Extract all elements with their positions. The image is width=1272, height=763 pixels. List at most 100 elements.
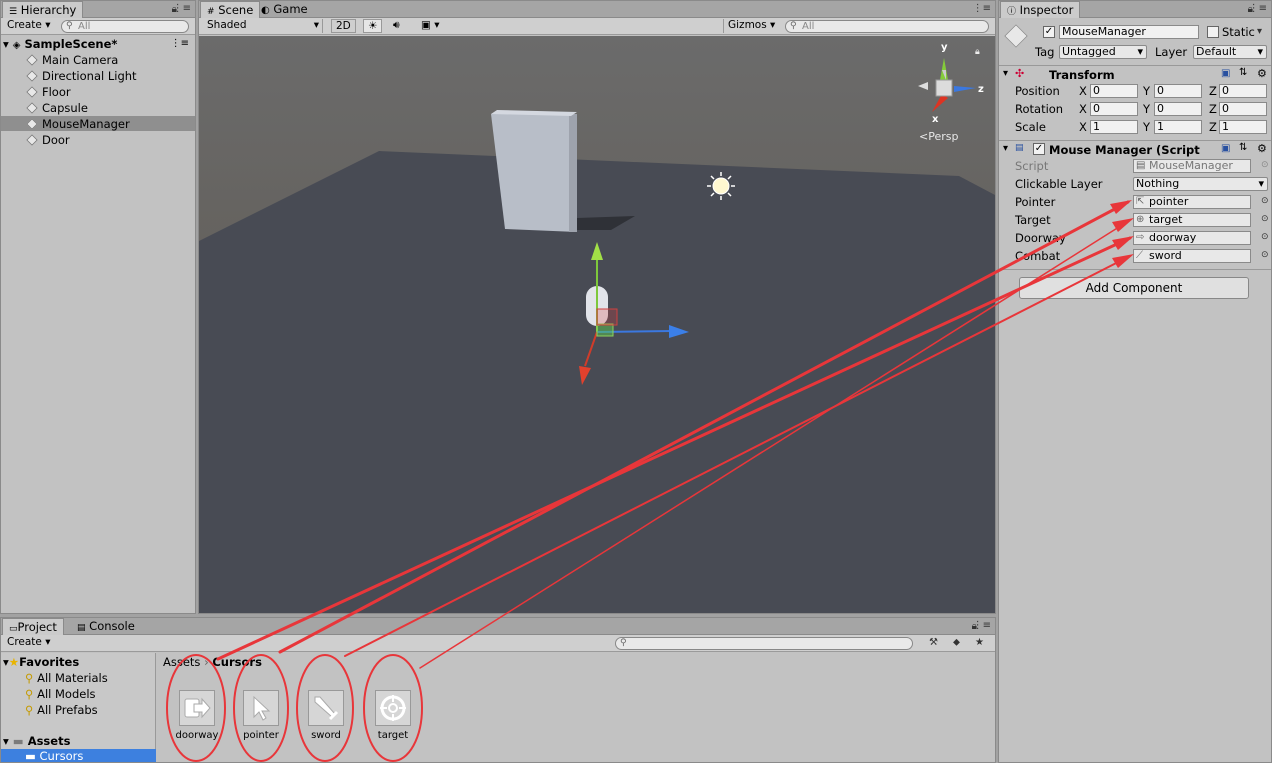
- filter-type-icon[interactable]: ⚒: [929, 637, 938, 648]
- filter-label-icon[interactable]: ⬥: [953, 637, 960, 648]
- create-button[interactable]: Create ▾: [3, 19, 55, 33]
- position-y-field[interactable]: 0: [1154, 84, 1202, 98]
- hierarchy-item-main-camera[interactable]: Main Camera: [26, 52, 118, 68]
- object-picker-icon[interactable]: ⊙: [1261, 196, 1269, 206]
- assets-folder-item[interactable]: ▾ ▬ Assets: [3, 733, 70, 749]
- asset-sword[interactable]: sword: [304, 690, 348, 741]
- hierarchy-item-directional-light[interactable]: Directional Light: [26, 68, 137, 84]
- tab-scene[interactable]: # Scene: [200, 1, 261, 18]
- effects-toggle-icon[interactable]: ▣ ▾: [417, 19, 444, 33]
- scene-root[interactable]: ▾ ◈ SampleScene* ⋮≡: [3, 36, 193, 52]
- asset-label: sword: [311, 730, 341, 741]
- rotation-label: Rotation: [1015, 102, 1064, 116]
- scale-z-field[interactable]: 1: [1219, 120, 1267, 134]
- menu-icon[interactable]: ⋮≡: [173, 3, 191, 14]
- doorway-texture-field[interactable]: ⇨ doorway: [1133, 231, 1251, 245]
- rotation-y-field[interactable]: 0: [1154, 102, 1202, 116]
- foldout-arrow-icon[interactable]: ▾: [3, 734, 9, 748]
- project-create-button[interactable]: Create ▾: [3, 636, 55, 650]
- scene-viewport[interactable]: y z x 🔒︎ <Persp: [199, 36, 996, 614]
- settings-gear-icon[interactable]: ⚙: [1257, 67, 1267, 80]
- foldout-arrow-icon[interactable]: ▾: [1003, 143, 1008, 154]
- gameobject-icon: [26, 54, 38, 66]
- preset-icon[interactable]: ⇅: [1239, 142, 1247, 153]
- favorite-all-models[interactable]: ⚲ All Models: [25, 686, 96, 702]
- static-checkbox[interactable]: [1207, 26, 1219, 38]
- script-component-header[interactable]: ▾ ▤ ✓ Mouse Manager (Script ▣ ⇅ ⚙: [999, 140, 1271, 158]
- lock-view-icon[interactable]: 🔒︎: [975, 47, 980, 57]
- 2d-toggle-button[interactable]: 2D: [331, 19, 356, 33]
- persp-label[interactable]: <Persp: [919, 130, 958, 143]
- hierarchy-item-mousemanager[interactable]: MouseManager: [26, 116, 130, 132]
- favorite-all-materials[interactable]: ⚲ All Materials: [25, 670, 108, 686]
- project-tabbar: ▭Project ▤ Console 🔒︎ ⋮≡: [1, 618, 995, 635]
- object-picker-icon[interactable]: ⊙: [1261, 214, 1269, 224]
- shading-mode-dropdown[interactable]: Shaded ▾: [203, 19, 323, 33]
- tab-hierarchy[interactable]: ☰ Hierarchy: [2, 1, 84, 18]
- lighting-toggle-icon[interactable]: ☀: [363, 19, 383, 33]
- position-z-field[interactable]: 0: [1219, 84, 1267, 98]
- active-checkbox[interactable]: ✓: [1043, 26, 1055, 38]
- static-dropdown-arrow-icon[interactable]: ▾: [1257, 26, 1262, 37]
- component-enabled-checkbox[interactable]: ✓: [1033, 143, 1045, 155]
- tab-project-label: Project: [17, 620, 57, 634]
- project-search-input[interactable]: ⚲: [615, 637, 913, 650]
- object-name-field[interactable]: MouseManager: [1059, 25, 1199, 39]
- object-picker-icon[interactable]: ⊙: [1261, 250, 1269, 260]
- asset-pointer[interactable]: pointer: [239, 690, 283, 741]
- gameobject-icon: [26, 70, 38, 82]
- tab-project[interactable]: ▭Project: [2, 618, 64, 635]
- folder-icon: ▬: [12, 734, 24, 748]
- combat-texture-field[interactable]: ⟋ sword: [1133, 249, 1251, 263]
- clickable-layer-dropdown[interactable]: Nothing ▾: [1133, 177, 1268, 191]
- persp-arrow-icon: <: [919, 130, 928, 143]
- asset-doorway[interactable]: doorway: [175, 690, 219, 741]
- favorite-all-prefabs[interactable]: ⚲ All Prefabs: [25, 702, 98, 718]
- position-x-field[interactable]: 0: [1090, 84, 1138, 98]
- menu-icon[interactable]: ⋮≡: [973, 3, 991, 14]
- z-label: Z: [1209, 102, 1217, 116]
- tag-dropdown[interactable]: Untagged ▾: [1059, 45, 1147, 59]
- tab-game[interactable]: ◐ Game: [255, 1, 314, 18]
- layer-dropdown[interactable]: Default ▾: [1193, 45, 1267, 59]
- favorites-item[interactable]: ▾★Favorites: [3, 654, 79, 670]
- hierarchy-item-door[interactable]: Door: [26, 132, 70, 148]
- breadcrumb-cursors[interactable]: Cursors: [212, 655, 262, 669]
- tab-console[interactable]: ▤ Console: [71, 618, 141, 635]
- target-value: target: [1149, 213, 1183, 226]
- scene-tabbar: # Scene ◐ Game ⋮≡: [199, 1, 995, 18]
- audio-toggle-icon[interactable]: 🔊︎: [389, 19, 404, 33]
- rotation-z-field[interactable]: 0: [1219, 102, 1267, 116]
- preset-icon[interactable]: ⇅: [1239, 67, 1247, 78]
- dropdown-arrow-icon: ▾: [1258, 177, 1264, 190]
- breadcrumb-separator-icon: ›: [204, 655, 209, 669]
- transform-header[interactable]: ▾ ✣ Transform ▣ ⇅ ⚙: [999, 65, 1271, 83]
- create-label: Create: [7, 636, 42, 648]
- hierarchy-item-capsule[interactable]: Capsule: [26, 100, 88, 116]
- scale-y-field[interactable]: 1: [1154, 120, 1202, 134]
- help-icon[interactable]: ▣: [1221, 68, 1230, 79]
- foldout-arrow-icon[interactable]: ▾: [1003, 68, 1008, 79]
- rotation-x-field[interactable]: 0: [1090, 102, 1138, 116]
- scale-x-field[interactable]: 1: [1090, 120, 1138, 134]
- item-label: Floor: [42, 85, 71, 99]
- settings-gear-icon[interactable]: ⚙: [1257, 142, 1267, 155]
- scene-search-input[interactable]: ⚲ All: [785, 20, 989, 33]
- add-component-button[interactable]: Add Component: [1019, 277, 1249, 299]
- hierarchy-item-floor[interactable]: Floor: [26, 84, 71, 100]
- menu-icon[interactable]: ⋮≡: [1249, 3, 1267, 14]
- breadcrumb-assets[interactable]: Assets: [163, 655, 200, 669]
- gizmos-dropdown[interactable]: Gizmos ▾: [723, 19, 779, 33]
- hierarchy-search-input[interactable]: ⚲ All: [61, 20, 189, 33]
- object-picker-icon[interactable]: ⊙: [1261, 232, 1269, 242]
- expand-arrow-icon[interactable]: ▾: [3, 37, 9, 51]
- tab-inspector[interactable]: ⓘ Inspector: [1000, 1, 1081, 18]
- pointer-texture-field[interactable]: ⇱ pointer: [1133, 195, 1251, 209]
- menu-icon[interactable]: ⋮≡: [171, 36, 189, 52]
- help-icon[interactable]: ▣: [1221, 143, 1230, 154]
- asset-target[interactable]: target: [371, 690, 415, 741]
- favorite-star-icon[interactable]: ★: [975, 637, 984, 648]
- menu-icon[interactable]: ⋮≡: [973, 620, 991, 631]
- cursors-folder-item[interactable]: ▬ Cursors: [1, 749, 156, 762]
- target-texture-field[interactable]: ⊕ target: [1133, 213, 1251, 227]
